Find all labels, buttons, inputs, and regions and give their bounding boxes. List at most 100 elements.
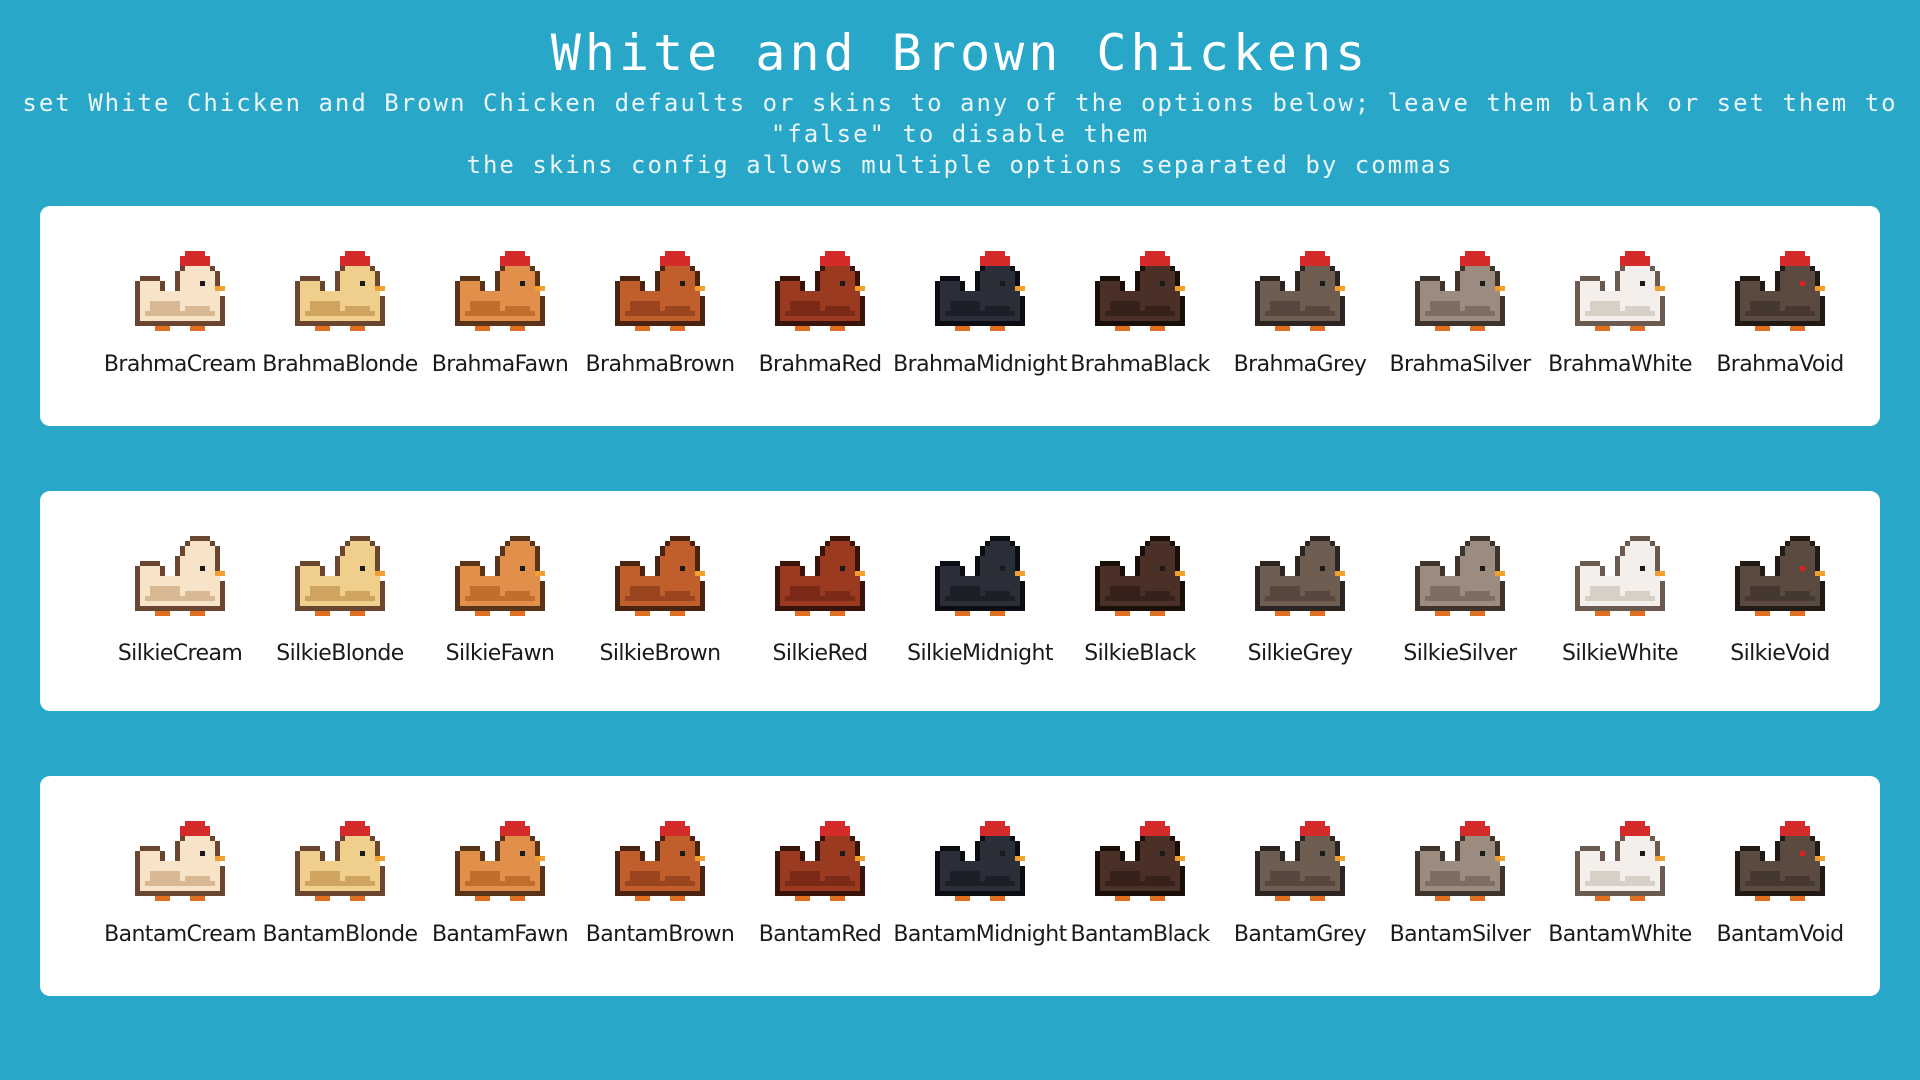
panel-bantam: BantamCream BantamBlonde BantamFawn BantamB…: [40, 776, 1880, 996]
chicken-option-brahmabrown: BrahmaBrown: [580, 206, 740, 426]
chicken-option-label: SilkieVoid: [1730, 641, 1830, 666]
chicken-option-label: BantamGrey: [1233, 922, 1367, 947]
chicken-option-bantamvoid: BantamVoid: [1700, 776, 1860, 996]
chicken-sprite-icon: [295, 536, 385, 616]
chicken-option-label: BrahmaGrey: [1233, 352, 1367, 377]
chicken-option-silkiesilver: SilkieSilver: [1380, 491, 1540, 711]
chicken-option-label: BrahmaMidnight: [893, 352, 1067, 377]
chicken-option-brahmavoid: BrahmaVoid: [1700, 206, 1860, 426]
chicken-option-label: SilkieCream: [117, 641, 243, 666]
chicken-option-silkiefawn: SilkieFawn: [420, 491, 580, 711]
chicken-option-brahmablack: BrahmaBlack: [1060, 206, 1220, 426]
page-header: White and Brown Chickens set White Chick…: [0, 18, 1920, 181]
chicken-sprite-icon: [935, 821, 1025, 901]
chicken-sprite-icon: [1575, 536, 1665, 616]
chicken-option-bantamblack: BantamBlack: [1060, 776, 1220, 996]
chicken-option-bantamsilver: BantamSilver: [1380, 776, 1540, 996]
chicken-option-silkiewhite: SilkieWhite: [1540, 491, 1700, 711]
chicken-sprite-icon: [1735, 536, 1825, 616]
chicken-option-label: BrahmaCream: [103, 352, 257, 377]
chicken-option-label: BantamBlonde: [262, 922, 419, 947]
chicken-option-label: BrahmaFawn: [431, 352, 569, 377]
chicken-option-label: BantamWhite: [1548, 922, 1692, 947]
chicken-option-silkieblack: SilkieBlack: [1060, 491, 1220, 711]
chicken-option-label: SilkieFawn: [445, 641, 555, 666]
chicken-option-label: BrahmaBlack: [1070, 352, 1210, 377]
chicken-sprite-icon: [775, 251, 865, 331]
page-title: White and Brown Chickens: [550, 24, 1370, 82]
chicken-option-label: BantamBlack: [1070, 922, 1211, 947]
chicken-option-bantamred: BantamRed: [740, 776, 900, 996]
chicken-option-silkiecream: SilkieCream: [100, 491, 260, 711]
chicken-option-label: SilkieGrey: [1247, 641, 1353, 666]
chicken-option-label: SilkieMidnight: [907, 641, 1053, 666]
chicken-sprite-icon: [615, 536, 705, 616]
chicken-sprite-icon: [1095, 821, 1185, 901]
panel-silkie: SilkieCream SilkieBlonde SilkieFawn SilkieB…: [40, 491, 1880, 711]
chicken-sprite-icon: [455, 536, 545, 616]
chicken-option-label: SilkieBrown: [599, 641, 721, 666]
chicken-sprite-icon: [1735, 821, 1825, 901]
chicken-option-label: BrahmaBlonde: [262, 352, 418, 377]
chicken-option-brahmagrey: BrahmaGrey: [1220, 206, 1380, 426]
chicken-sprite-icon: [455, 821, 545, 901]
chicken-option-silkiegrey: SilkieGrey: [1220, 491, 1380, 711]
chicken-sprite-icon: [1735, 251, 1825, 331]
chicken-option-label: SilkieBlonde: [276, 641, 404, 666]
chicken-sprite-icon: [455, 251, 545, 331]
chicken-option-brahmamidnight: BrahmaMidnight: [893, 206, 1067, 426]
chicken-option-bantamfawn: BantamFawn: [420, 776, 580, 996]
chicken-option-bantambrown: BantamBrown: [580, 776, 740, 996]
chicken-sprite-icon: [1415, 251, 1505, 331]
chicken-sprite-icon: [1255, 536, 1345, 616]
chicken-option-label: SilkieWhite: [1562, 641, 1679, 666]
chicken-option-label: BrahmaBrown: [585, 352, 736, 377]
chicken-option-label: SilkieBlack: [1084, 641, 1196, 666]
chicken-option-label: SilkieSilver: [1403, 641, 1517, 666]
chicken-option-label: SilkieRed: [772, 641, 869, 666]
chicken-option-label: BrahmaRed: [758, 352, 882, 377]
chicken-sprite-icon: [135, 536, 225, 616]
chicken-option-bantamcream: BantamCream: [100, 776, 260, 996]
chicken-option-brahmawhite: BrahmaWhite: [1540, 206, 1700, 426]
chicken-sprite-icon: [775, 821, 865, 901]
chicken-sprite-icon: [1255, 251, 1345, 331]
chicken-sprite-icon: [615, 251, 705, 331]
chicken-sprite-icon: [135, 821, 225, 901]
subtitle-line-1: set White Chicken and Brown Chicken defa…: [22, 89, 1898, 148]
chicken-sprite-icon: [935, 251, 1025, 331]
chicken-option-label: BantamFawn: [431, 922, 569, 947]
chicken-option-label: BantamMidnight: [893, 922, 1067, 947]
chicken-sprite-icon: [1575, 251, 1665, 331]
chicken-sprite-icon: [935, 536, 1025, 616]
chicken-sprite-icon: [1415, 821, 1505, 901]
chicken-option-label: BantamCream: [104, 922, 256, 947]
chicken-sprite-icon: [135, 251, 225, 331]
chicken-option-label: BrahmaSilver: [1389, 352, 1531, 377]
chicken-option-label: BrahmaWhite: [1548, 352, 1692, 377]
chicken-sprite-icon: [1095, 536, 1185, 616]
chicken-sprite-icon: [295, 821, 385, 901]
chicken-option-brahmasilver: BrahmaSilver: [1380, 206, 1540, 426]
chicken-option-silkiered: SilkieRed: [740, 491, 900, 711]
chicken-option-brahmafawn: BrahmaFawn: [420, 206, 580, 426]
chicken-option-bantamwhite: BantamWhite: [1540, 776, 1700, 996]
chicken-option-bantamblonde: BantamBlonde: [260, 776, 420, 996]
chicken-sprite-icon: [295, 251, 385, 331]
chicken-sprite-icon: [1255, 821, 1345, 901]
chicken-option-label: BantamBrown: [585, 922, 735, 947]
chicken-option-bantamgrey: BantamGrey: [1220, 776, 1380, 996]
chicken-sprite-icon: [1095, 251, 1185, 331]
subtitle-line-2: the skins config allows multiple options…: [466, 151, 1454, 179]
chicken-option-bantammidnight: BantamMidnight: [893, 776, 1067, 996]
chicken-option-silkiemidnight: SilkieMidnight: [900, 491, 1060, 711]
chicken-sprite-icon: [1575, 821, 1665, 901]
chicken-option-label: BantamRed: [758, 922, 882, 947]
chicken-option-label: BantamSilver: [1389, 922, 1531, 947]
chicken-sprite-icon: [775, 536, 865, 616]
chicken-option-brahmared: BrahmaRed: [740, 206, 900, 426]
chicken-option-silkiebrown: SilkieBrown: [580, 491, 740, 711]
chicken-option-label: BrahmaVoid: [1716, 352, 1844, 377]
chicken-sprite-icon: [1415, 536, 1505, 616]
chicken-option-label: BantamVoid: [1716, 922, 1845, 947]
